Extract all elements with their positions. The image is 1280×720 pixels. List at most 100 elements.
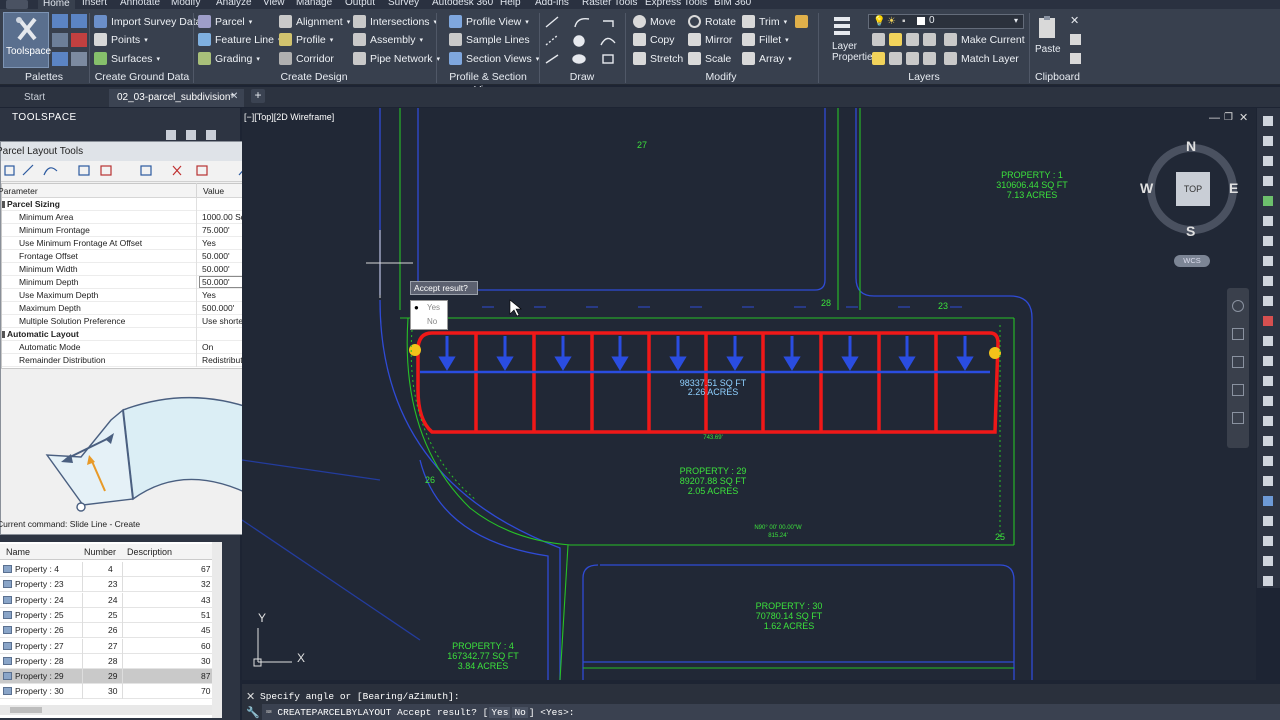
menu-home[interactable]: Home [38, 0, 75, 9]
menu-output[interactable]: Output [345, 0, 375, 8]
import-survey-data-button[interactable]: Import Survey Data [94, 15, 201, 28]
parameter-value[interactable]: 50.000' [202, 251, 230, 261]
grading-button[interactable]: Grading ▾ [198, 52, 260, 65]
menu-addins[interactable]: Add-ins [535, 0, 569, 8]
profile-section-views-panel-title[interactable]: Profile & Section Views [437, 71, 539, 96]
parameter-value[interactable]: On [202, 342, 213, 352]
list-item[interactable]: Property : 27 27 60 [0, 638, 212, 654]
viewcube-east[interactable]: E [1229, 180, 1238, 196]
accept-no-option[interactable]: No [411, 316, 447, 329]
menu-manage[interactable]: Manage [296, 0, 332, 8]
profile-view-button[interactable]: Profile View ▾ [449, 15, 529, 28]
layer-tools-row1[interactable] [872, 33, 936, 46]
match-layer-button[interactable]: Match Layer [944, 52, 1019, 65]
list-item[interactable]: Property : 24 24 43 [0, 592, 212, 608]
navigation-bar[interactable] [1227, 288, 1249, 448]
app-menu-button[interactable] [6, 0, 28, 9]
parameter-value[interactable]: Yes [202, 238, 216, 248]
right-tool-icons[interactable] [1257, 108, 1280, 588]
viewcube-north[interactable]: N [1186, 138, 1196, 154]
parameter-value[interactable]: 75.000' [202, 225, 230, 235]
menu-view[interactable]: View [263, 0, 285, 8]
menu-survey[interactable]: Survey [388, 0, 419, 8]
drawing-canvas[interactable]: PROPERTY : 1 310606.44 SQ FT 7.13 ACRES … [242, 108, 1256, 680]
points-button[interactable]: Points ▾ [94, 33, 148, 46]
layer-tools-row2[interactable] [872, 52, 936, 65]
list-scrollbar[interactable] [212, 542, 222, 718]
customize-wrench-icon[interactable]: 🔧 [246, 706, 260, 719]
copy-button[interactable]: Copy [633, 33, 675, 46]
match-properties-icon[interactable] [1070, 53, 1081, 64]
list-item[interactable]: Property : 29 29 87 [0, 669, 212, 685]
accept-yes-option[interactable]: ● Yes [411, 302, 447, 315]
profile-button[interactable]: Profile ▾ [279, 33, 333, 46]
cad-drawing[interactable]: PROPERTY : 1 310606.44 SQ FT 7.13 ACRES … [242, 108, 1256, 680]
mirror-button[interactable]: Mirror [688, 33, 732, 46]
menu-insert[interactable]: Insert [82, 0, 107, 8]
menu-bim360[interactable]: BIM 360 [714, 0, 751, 8]
close-viewport-icon[interactable]: ✕ [1239, 111, 1248, 124]
stretch-button[interactable]: Stretch [633, 52, 683, 65]
trim-button[interactable]: Trim ▾ [742, 15, 787, 28]
command-option-no[interactable]: No [512, 707, 528, 718]
feature-line-button[interactable]: Feature Line▾ [198, 33, 281, 46]
layers-panel-title[interactable]: Layers [820, 71, 1028, 84]
menu-autodesk360[interactable]: Autodesk 360 [432, 0, 493, 8]
array-button[interactable]: Array ▾ [742, 52, 792, 65]
parameter-value[interactable]: 500.000' [202, 303, 234, 313]
toolspace-help-icon[interactable] [206, 130, 216, 140]
wcs-menu[interactable]: WCS [1174, 255, 1210, 267]
list-item[interactable]: Property : 25 25 51 [0, 607, 212, 623]
menu-annotate[interactable]: Annotate [120, 0, 160, 8]
menu-raster-tools[interactable]: Raster Tools [582, 0, 637, 8]
scale-button[interactable]: Scale [688, 52, 731, 65]
parameter-value[interactable]: Yes [202, 290, 216, 300]
toolspace-settings-icon[interactable] [186, 130, 196, 140]
draw-tools[interactable] [543, 13, 623, 69]
cut-icon[interactable]: ✕ [1070, 14, 1079, 27]
menu-help[interactable]: Help [500, 0, 521, 8]
list-item[interactable]: Property : 4 4 67 [0, 562, 212, 577]
minimize-viewport-icon[interactable]: — [1209, 112, 1220, 124]
sample-lines-button[interactable]: Sample Lines [449, 33, 530, 46]
close-tab-icon[interactable]: ✕ [230, 91, 238, 102]
paste-button[interactable]: Paste [1034, 13, 1062, 69]
survey-palette-icon[interactable] [52, 33, 68, 47]
modify-panel-title[interactable]: Modify [626, 71, 816, 84]
layer-properties-button[interactable]: Layer Properties [824, 13, 878, 69]
settings-palette-icon[interactable] [71, 14, 87, 28]
prospector-icon[interactable] [52, 14, 68, 28]
assembly-button[interactable]: Assembly ▾ [353, 33, 423, 46]
layer-dropdown[interactable]: 💡 ☀ ▪ 0 ▾ [868, 14, 1024, 29]
viewcube-west[interactable]: W [1140, 180, 1153, 196]
command-option-yes[interactable]: Yes [489, 707, 511, 718]
palettes-panel-title[interactable]: Palettes [0, 71, 88, 84]
create-ground-data-panel-title[interactable]: Create Ground Data [91, 71, 193, 84]
intersections-button[interactable]: Intersections▾ [353, 15, 437, 28]
toolspace-prospector-icon[interactable] [166, 130, 176, 140]
clipboard-panel-title[interactable]: Clipboard [1030, 71, 1085, 84]
menu-analyze[interactable]: Analyze [216, 0, 252, 8]
properties-palette-icon[interactable] [52, 52, 68, 66]
list-item[interactable]: Property : 28 28 30 [0, 653, 212, 669]
close-commandline-icon[interactable]: ✕ [246, 690, 255, 703]
new-tab-button[interactable]: + [251, 89, 265, 103]
rotate-button[interactable]: Rotate [688, 15, 736, 28]
menu-express-tools[interactable]: Express Tools [645, 0, 707, 8]
pipe-network-button[interactable]: Pipe Network ▾ [353, 52, 440, 65]
restore-viewport-icon[interactable]: ❐ [1224, 112, 1233, 123]
viewport-controls-label[interactable]: [−][Top][2D Wireframe] [244, 112, 334, 122]
parcel-button[interactable]: Parcel ▾ [198, 15, 252, 28]
toolspace-button[interactable]: Toolspace [3, 12, 51, 68]
make-current-button[interactable]: Make Current [944, 33, 1025, 46]
surfaces-button[interactable]: Surfaces ▾ [94, 52, 160, 65]
tab-start[interactable]: Start [6, 90, 106, 106]
toolbox-icon[interactable] [71, 33, 87, 47]
list-item[interactable]: Property : 23 23 32 [0, 577, 212, 593]
viewcube-top[interactable]: TOP [1176, 172, 1210, 206]
section-views-button[interactable]: Section Views ▾ [449, 52, 539, 65]
command-prompt-line[interactable]: ⌨ CREATEPARCELBYLAYOUT Accept result? [Y… [266, 707, 574, 718]
list-hscrollbar[interactable] [0, 705, 212, 715]
draw-panel-title[interactable]: Draw [540, 71, 624, 84]
alignment-button[interactable]: Alignment ▾ [279, 15, 350, 28]
